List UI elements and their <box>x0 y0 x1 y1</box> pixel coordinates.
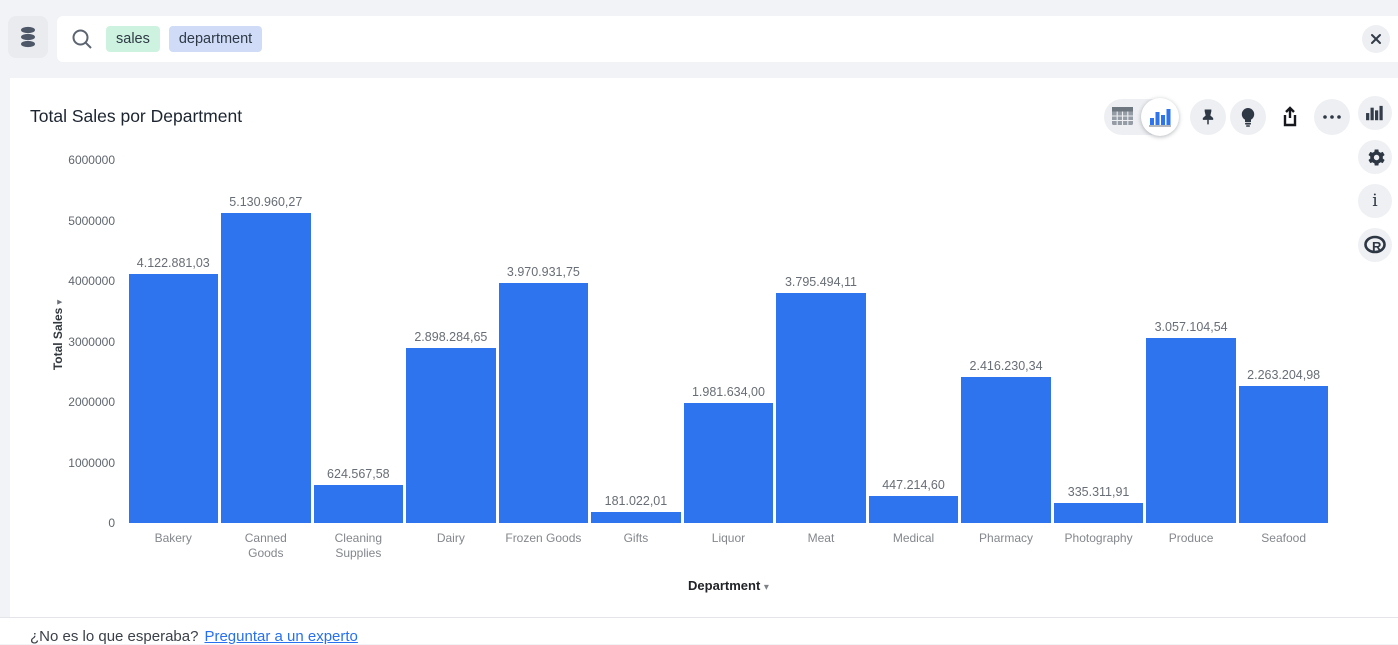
bar-seafood[interactable] <box>1239 386 1329 523</box>
r-logo-icon: R <box>1363 235 1387 255</box>
x-category-label: Pharmacy <box>960 531 1053 561</box>
bar-bakery[interactable] <box>129 274 219 523</box>
view-toggle <box>1104 99 1178 135</box>
x-category-label: Medical <box>867 531 960 561</box>
y-tick-label: 3000000 <box>43 335 115 349</box>
y-tick-label: 4000000 <box>43 274 115 288</box>
viz-title: Total Sales por Department <box>30 106 242 127</box>
x-category-label: Bakery <box>127 531 220 561</box>
search-token-department[interactable]: department <box>169 26 262 52</box>
bar-slot: 2.263.204,98 <box>1237 160 1330 523</box>
svg-text:R: R <box>1372 239 1382 254</box>
bar-photography[interactable] <box>1054 503 1144 523</box>
x-axis-labels: BakeryCanned GoodsCleaning SuppliesDairy… <box>127 531 1330 561</box>
x-category-label: Liquor <box>682 531 775 561</box>
clear-search-button[interactable] <box>1362 25 1390 53</box>
bar-slot: 3.970.931,75 <box>497 160 590 523</box>
bar-frozen-goods[interactable] <box>499 283 589 523</box>
footer-question: ¿No es lo que esperaba? <box>30 628 198 645</box>
y-tick-label: 0 <box>43 516 115 530</box>
search-input[interactable]: sales department <box>57 16 1398 62</box>
x-category-label: Seafood <box>1237 531 1330 561</box>
data-source-button[interactable] <box>8 16 48 58</box>
search-token-sales[interactable]: sales <box>106 26 160 52</box>
ellipsis-icon <box>1322 114 1342 120</box>
x-category-label: Photography <box>1052 531 1145 561</box>
pin-icon <box>1198 107 1218 127</box>
database-icon <box>17 25 39 49</box>
pin-button[interactable] <box>1190 99 1226 135</box>
x-category-label: Canned Goods <box>220 531 313 561</box>
share-button[interactable] <box>1270 99 1310 135</box>
x-category-label: Cleaning Supplies <box>312 531 405 561</box>
bar-cleaning-supplies[interactable] <box>314 485 404 523</box>
bar-gifts[interactable] <box>591 512 681 523</box>
bar-slot: 3.795.494,11 <box>775 160 868 523</box>
bar-chart-icon <box>1365 105 1385 122</box>
x-category-label: Dairy <box>405 531 498 561</box>
info-icon: i <box>1372 191 1377 211</box>
bar-medical[interactable] <box>869 496 959 523</box>
bar-slot: 4.122.881,03 <box>127 160 220 523</box>
x-axis-caret-icon: ▾ <box>764 582 769 593</box>
bar-slot: 335.311,91 <box>1052 160 1145 523</box>
top-search-bar: sales department <box>0 0 1398 78</box>
bar-slot: 181.022,01 <box>590 160 683 523</box>
lightbulb-icon <box>1238 106 1258 128</box>
bar-slot: 2.898.284,65 <box>405 160 498 523</box>
viz-toolbar <box>1104 98 1350 136</box>
right-rail: i R <box>1358 96 1394 262</box>
y-tick-label: 1000000 <box>43 456 115 470</box>
bar-liquor[interactable] <box>684 403 774 523</box>
y-tick-label: 6000000 <box>43 153 115 167</box>
answer-card: Total Sales por Department <box>10 78 1398 617</box>
x-axis-title[interactable]: Department ▾ <box>127 578 1330 593</box>
r-analysis-button[interactable]: R <box>1358 228 1392 262</box>
chart-settings-button[interactable] <box>1358 140 1392 174</box>
insights-button[interactable] <box>1230 99 1266 135</box>
x-category-label: Gifts <box>590 531 683 561</box>
bar-chart-icon <box>1149 108 1171 127</box>
expert-footer: ¿No es lo que esperaba? Preguntar a un ex… <box>0 617 1398 644</box>
bar-value-label: 2.263.204,98 <box>1217 368 1350 382</box>
bar-chart-plot: 4.122.881,035.130.960,27624.567,582.898.… <box>127 160 1330 523</box>
bar-produce[interactable] <box>1146 338 1236 523</box>
y-tick-label: 5000000 <box>43 214 115 228</box>
chart-type-button[interactable] <box>1358 96 1392 130</box>
chart-view-button[interactable] <box>1141 98 1179 136</box>
bar-slot: 447.214,60 <box>867 160 960 523</box>
y-axis-caret-icon: ▾ <box>54 300 64 305</box>
share-icon <box>1278 105 1302 129</box>
ask-expert-link[interactable]: Preguntar a un experto <box>204 628 357 645</box>
x-category-label: Frozen Goods <box>497 531 590 561</box>
bar-slot: 2.416.230,34 <box>960 160 1053 523</box>
table-view-button[interactable] <box>1112 107 1133 125</box>
x-category-label: Meat <box>775 531 868 561</box>
x-category-label: Produce <box>1145 531 1238 561</box>
gear-icon <box>1365 147 1386 168</box>
search-icon <box>70 27 94 51</box>
more-options-button[interactable] <box>1314 99 1350 135</box>
bar-dairy[interactable] <box>406 348 496 523</box>
y-tick-label: 2000000 <box>43 395 115 409</box>
close-icon <box>1370 33 1382 45</box>
bar-pharmacy[interactable] <box>961 377 1051 523</box>
info-button[interactable]: i <box>1358 184 1392 218</box>
bar-slot: 1.981.634,00 <box>682 160 775 523</box>
bar-slot: 3.057.104,54 <box>1145 160 1238 523</box>
